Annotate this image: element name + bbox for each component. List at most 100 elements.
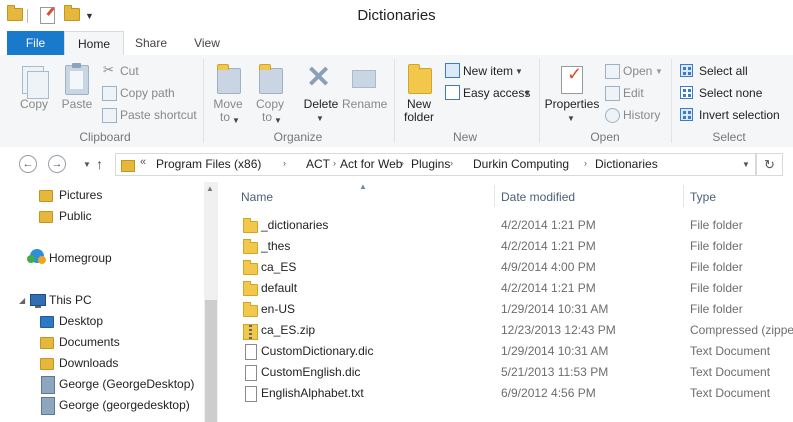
folder-icon <box>243 281 258 296</box>
file-name: en-US <box>261 302 296 316</box>
this-pc-icon <box>30 294 46 308</box>
nav-pane-scroll-thumb[interactable] <box>205 300 217 422</box>
document-icon <box>245 365 257 381</box>
table-row[interactable]: _dictionaries 4/2/2014 1:21 PM File fold… <box>236 215 793 236</box>
folder-icon <box>243 239 258 254</box>
window-title: Dictionaries <box>357 7 436 24</box>
expand-chevron-icon[interactable]: ◢ <box>19 296 25 305</box>
file-name: CustomEnglish.dic <box>261 365 361 379</box>
up-arrow-icon[interactable]: ↑ <box>96 156 103 172</box>
back-button[interactable]: ← <box>19 155 37 173</box>
breadcrumb-separator-icon[interactable]: › <box>333 158 336 168</box>
file-date: 1/29/2014 10:31 AM <box>501 344 609 358</box>
file-name: default <box>261 281 298 295</box>
breadcrumb-program-files[interactable]: Program Files (x86) <box>156 157 261 171</box>
table-row[interactable]: ca_ES.zip 12/23/2013 12:43 PM Compressed… <box>236 320 793 341</box>
pictures-folder-icon <box>39 190 53 202</box>
scissors-icon: ✂ <box>103 62 114 77</box>
column-divider[interactable] <box>494 185 495 207</box>
tab-file[interactable]: File <box>7 31 64 55</box>
file-date: 12/23/2013 12:43 PM <box>501 323 616 337</box>
file-name: EnglishAlphabet.txt <box>261 386 364 400</box>
nav-item-label: Downloads <box>59 356 119 370</box>
select-all-label: Select all <box>699 64 748 78</box>
nav-item-label: Documents <box>59 335 120 349</box>
new-item-label: New item <box>463 64 514 78</box>
file-type: File folder <box>690 239 743 253</box>
column-divider[interactable] <box>683 185 684 207</box>
breadcrumb-plugins[interactable]: Plugins <box>411 157 450 171</box>
paste-shortcut-icon <box>102 108 117 123</box>
invert-selection-label: Invert selection <box>699 108 780 122</box>
file-type: Compressed (zipped <box>690 323 793 337</box>
file-type: File folder <box>690 281 743 295</box>
column-header-date[interactable]: Date modified <box>501 190 575 204</box>
refresh-button[interactable]: ↻ <box>756 153 783 176</box>
breadcrumb-separator-icon[interactable]: › <box>283 158 286 168</box>
document-icon <box>245 386 257 402</box>
downloads-folder-icon <box>40 358 54 370</box>
folder-icon <box>243 218 258 233</box>
properties-chevron-icon: ▼ <box>567 114 575 123</box>
column-header-name[interactable]: Name <box>241 190 273 204</box>
table-row[interactable]: CustomEnglish.dic 5/21/2013 11:53 PM Tex… <box>236 362 793 383</box>
copy-label: Copy <box>19 97 48 111</box>
select-all-icon <box>680 64 693 77</box>
table-row[interactable]: _thes 4/2/2014 1:21 PM File folder <box>236 236 793 257</box>
file-name: _dictionaries <box>261 218 329 232</box>
column-header-type[interactable]: Type <box>690 190 716 204</box>
homegroup-icon <box>27 249 46 264</box>
breadcrumb-dictionaries[interactable]: Dictionaries <box>595 157 658 171</box>
copy-to-icon <box>259 64 283 94</box>
table-row[interactable]: ca_ES 4/9/2014 4:00 PM File folder <box>236 257 793 278</box>
folder-icon <box>243 260 258 275</box>
breadcrumb-durkin-computing[interactable]: Durkin Computing <box>473 157 569 171</box>
documents-folder-icon <box>40 337 54 349</box>
copy-icon-back <box>27 71 49 99</box>
breadcrumb-separator-icon[interactable]: › <box>450 158 453 168</box>
table-row[interactable]: en-US 1/29/2014 10:31 AM File folder <box>236 299 793 320</box>
tab-home[interactable]: Home <box>64 31 124 57</box>
file-date: 4/2/2014 1:21 PM <box>501 281 596 295</box>
file-date: 4/9/2014 4:00 PM <box>501 260 596 274</box>
new-folder-label-line2: folder <box>403 110 435 124</box>
tab-share[interactable]: Share <box>122 31 180 55</box>
rename-icon <box>352 70 376 88</box>
nav-item-label: Homegroup <box>49 251 112 265</box>
table-row[interactable]: CustomDictionary.dic 1/29/2014 10:31 AM … <box>236 341 793 362</box>
group-label-select: Select <box>712 130 746 144</box>
network-drive-icon <box>41 376 55 394</box>
folder-icon <box>243 302 258 317</box>
tab-view[interactable]: View <box>180 31 234 55</box>
table-row[interactable]: EnglishAlphabet.txt 6/9/2012 4:56 PM Tex… <box>236 383 793 404</box>
back-arrow-icon: ← <box>22 158 34 170</box>
delete-x-icon: ✕ <box>306 61 332 94</box>
forward-button[interactable]: → <box>48 155 66 173</box>
file-date: 4/2/2014 1:21 PM <box>501 239 596 253</box>
zip-icon <box>243 324 258 340</box>
scroll-up-arrow-icon[interactable]: ▲ <box>206 184 214 193</box>
file-name: CustomDictionary.dic <box>261 344 374 358</box>
breadcrumb-act[interactable]: ACT <box>306 157 330 171</box>
group-label-open: Open <box>590 130 620 144</box>
breadcrumb-separator-icon[interactable]: › <box>584 158 587 168</box>
file-date: 4/2/2014 1:21 PM <box>501 218 596 232</box>
group-separator <box>539 59 540 143</box>
table-row[interactable]: default 4/2/2014 1:21 PM File folder <box>236 278 793 299</box>
network-drive-icon <box>41 397 55 415</box>
nav-item-label: Public <box>59 209 92 223</box>
invert-selection-icon <box>680 108 693 121</box>
properties-label: Properties <box>544 97 600 111</box>
copy-to-chevron-icon: ▼ <box>274 116 282 125</box>
address-overflow-icon[interactable]: « <box>140 156 146 168</box>
file-name: ca_ES.zip <box>261 323 316 337</box>
recent-locations-chevron-icon[interactable]: ▼ <box>83 160 91 169</box>
file-date: 6/9/2012 4:56 PM <box>501 386 596 400</box>
nav-item-label: George (georgedesktop) <box>59 398 190 412</box>
history-icon <box>605 108 620 123</box>
open-label: Open <box>623 64 653 78</box>
file-date: 5/21/2013 11:53 PM <box>501 365 609 379</box>
address-history-chevron-icon[interactable]: ▼ <box>742 160 750 169</box>
breadcrumb-separator-icon[interactable]: › <box>401 158 404 168</box>
breadcrumb-act-for-web[interactable]: Act for Web <box>340 157 402 171</box>
